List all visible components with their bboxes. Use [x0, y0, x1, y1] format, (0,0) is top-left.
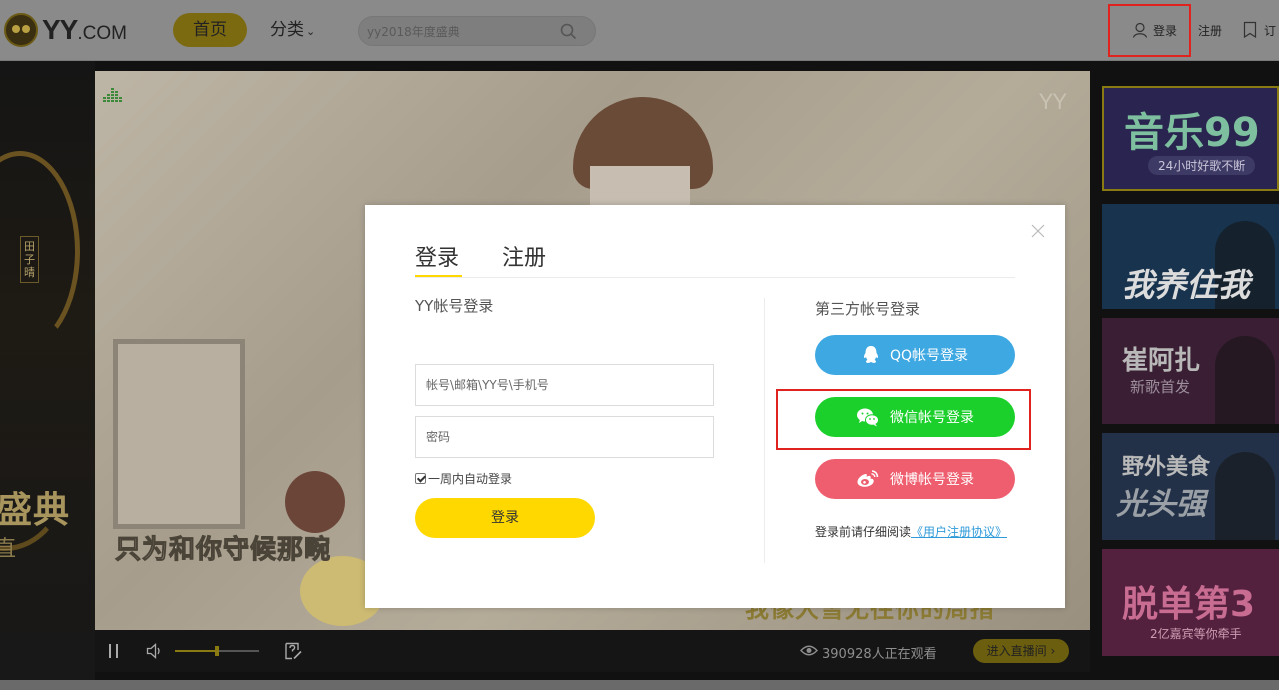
- nav-home-button[interactable]: 首页: [173, 13, 247, 47]
- site-header: YY.COM 首页 分类⌄ 登录 注册 订: [0, 0, 1279, 61]
- volume-icon[interactable]: [146, 643, 164, 659]
- header-subscribe-link[interactable]: 订: [1264, 22, 1276, 39]
- header-login-link[interactable]: 登录: [1153, 22, 1177, 39]
- recommendation-subtitle: 新歌首发: [1130, 378, 1191, 396]
- decor-arc: [0, 151, 80, 351]
- login-button[interactable]: 登录: [415, 498, 595, 538]
- recommendation-subtitle: 2亿嘉宾等你牵手: [1150, 627, 1242, 641]
- logo-text-suffix: .COM: [77, 23, 127, 44]
- nav-category-label: 分类: [270, 20, 304, 40]
- video-background-frame: [113, 339, 245, 529]
- qq-login-label: QQ帐号登录: [889, 348, 969, 364]
- search-icon[interactable]: [560, 23, 577, 40]
- close-icon[interactable]: [1031, 224, 1045, 238]
- tab-divider: [415, 277, 1015, 278]
- third-party-title: 第三方帐号登录: [815, 300, 921, 318]
- volume-slider-knob[interactable]: [215, 646, 219, 656]
- recommendation-card[interactable]: 脱单第3 2亿嘉宾等你牵手: [1102, 549, 1279, 656]
- banner-small-text: 直: [0, 537, 17, 562]
- streamer-name-tag: 田子晴: [20, 236, 39, 283]
- volume-slider[interactable]: [175, 646, 259, 656]
- weibo-icon: [857, 470, 879, 487]
- agreement-prefix: 登录前请仔细阅读: [815, 525, 912, 539]
- enter-room-label: 进入直播间: [986, 644, 1047, 658]
- viewer-count: 390928人正在观看: [822, 647, 937, 662]
- recommendation-title: 音乐99: [1124, 110, 1260, 156]
- yy-login-title: YY帐号登录: [415, 297, 494, 315]
- banner-big-text: 盛典: [0, 490, 71, 531]
- account-input[interactable]: [415, 364, 714, 406]
- video-background-bear: [285, 471, 345, 533]
- recommendation-card[interactable]: 音乐99 24小时好歌不断: [1102, 86, 1279, 191]
- nav-category-dropdown[interactable]: 分类 ⌄: [270, 13, 315, 47]
- danmaku-toggle-icon[interactable]: [283, 641, 303, 661]
- equalizer-icon: [103, 88, 122, 102]
- pause-icon[interactable]: [107, 643, 121, 659]
- logo-text: YY.COM: [42, 14, 127, 46]
- user-icon[interactable]: [1132, 22, 1148, 38]
- recommendation-card[interactable]: 崔阿扎 新歌首发: [1102, 318, 1279, 424]
- recommendation-title: 崔阿扎: [1122, 346, 1201, 376]
- weibo-login-label: 微博帐号登录: [890, 472, 974, 488]
- mascot-icon: [4, 13, 38, 47]
- recommendation-card[interactable]: 野外美食 光头强: [1102, 433, 1279, 540]
- tab-register[interactable]: 注册: [502, 240, 546, 272]
- recommendation-title: 我养住我: [1122, 266, 1251, 304]
- password-input[interactable]: [415, 416, 714, 458]
- recommendation-card[interactable]: 我养住我: [1102, 204, 1279, 309]
- enter-room-button[interactable]: 进入直播间 ›: [973, 639, 1069, 663]
- bottom-bar: [0, 680, 1279, 690]
- column-divider: [764, 298, 765, 563]
- search-box: [358, 16, 596, 46]
- player-control-bar: 390928人正在观看 进入直播间 ›: [95, 630, 1090, 672]
- bookmark-icon[interactable]: [1243, 21, 1257, 39]
- recommendation-subtitle: 光头强: [1116, 487, 1206, 522]
- remember-label: 一周内自动登录: [428, 472, 513, 486]
- yy-logo[interactable]: YY.COM: [4, 10, 127, 50]
- qq-icon: [863, 346, 878, 363]
- wechat-login-label: 微信帐号登录: [890, 410, 974, 426]
- weibo-login-button[interactable]: 微博帐号登录: [815, 459, 1015, 499]
- recommendation-thumbnail: [1215, 452, 1275, 540]
- recommendation-thumbnail: [1215, 336, 1275, 424]
- wechat-icon: [857, 408, 879, 427]
- recommendation-subtitle: 24小时好歌不断: [1148, 156, 1256, 175]
- search-input[interactable]: [367, 21, 557, 43]
- eye-icon: [800, 645, 818, 656]
- user-agreement-link[interactable]: 《用户注册协议》: [911, 525, 1007, 539]
- qq-login-button[interactable]: QQ帐号登录: [815, 335, 1015, 375]
- yy-watermark: YY: [1038, 89, 1067, 114]
- recommendation-title: 脱单第3: [1122, 584, 1256, 625]
- recommendation-title: 野外美食: [1122, 455, 1211, 480]
- chevron-right-icon: ›: [1050, 644, 1056, 658]
- remember-me[interactable]: 一周内自动登录: [415, 470, 512, 487]
- chevron-down-icon: ⌄: [306, 25, 316, 38]
- agreement-notice: 登录前请仔细阅读《用户注册协议》: [815, 523, 1007, 540]
- tab-login[interactable]: 登录: [415, 240, 459, 272]
- wechat-login-button[interactable]: 微信帐号登录: [815, 397, 1015, 437]
- volume-slider-fill: [175, 650, 217, 652]
- logo-text-main: YY: [42, 14, 78, 45]
- left-banner[interactable]: 田子晴 盛典 直: [0, 61, 95, 690]
- header-register-link[interactable]: 注册: [1198, 22, 1222, 39]
- lyric-caption-left: 只为和你守候那畹: [114, 535, 332, 566]
- remember-checkbox[interactable]: [415, 473, 426, 484]
- login-modal: 登录 注册 YY帐号登录 一周内自动登录 登录 第三方帐号登录 QQ帐号登录 微…: [365, 205, 1065, 608]
- login-highlight-box: [1108, 4, 1191, 57]
